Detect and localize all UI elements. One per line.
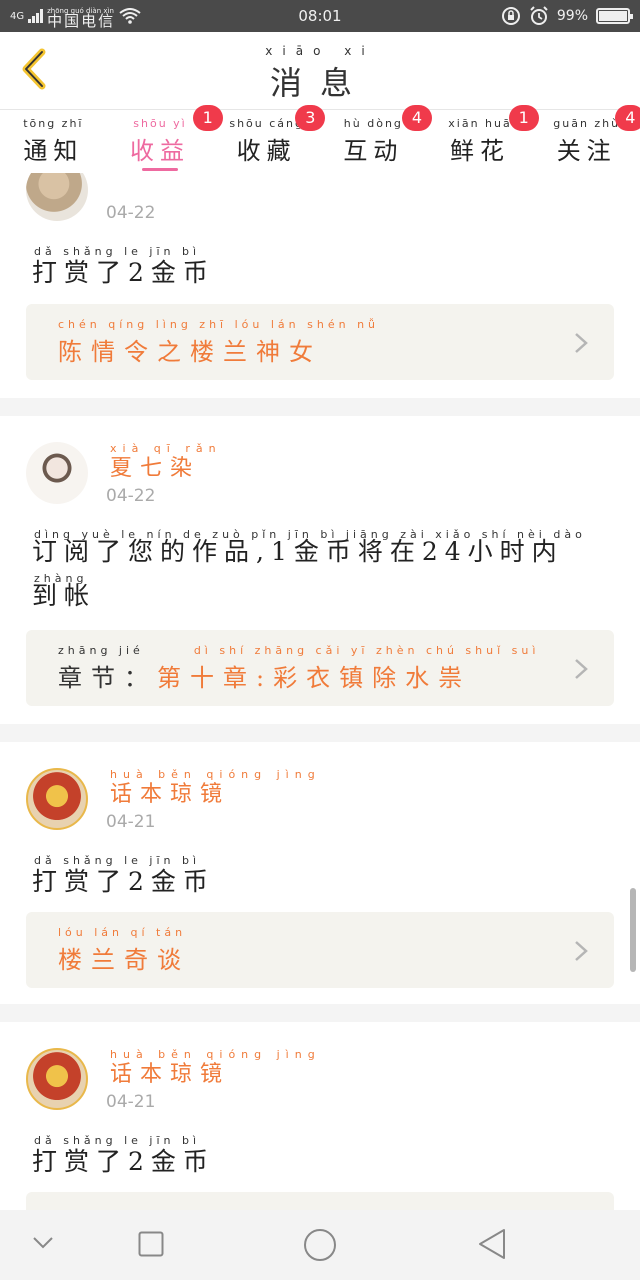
tab-label: 收益 bbox=[130, 137, 190, 165]
username[interactable]: 话本琼镜 bbox=[110, 776, 230, 808]
reference-pinyin: chén qíng lìng zhī lóu lán shén nǚ bbox=[58, 318, 380, 331]
square-icon[interactable] bbox=[138, 1231, 164, 1257]
username[interactable]: 话本琼镜 bbox=[110, 1056, 230, 1088]
chevron-right-icon bbox=[575, 941, 588, 961]
tab-label: 鲜花 bbox=[450, 137, 511, 165]
reference-text: 章节：第十章:彩衣镇除水祟 bbox=[58, 658, 471, 693]
chevron-right-icon bbox=[575, 333, 588, 353]
battery-percent: 99% bbox=[556, 8, 588, 24]
tab-interactions[interactable]: hù dòng 互动 4 bbox=[320, 105, 433, 173]
user-avatar[interactable] bbox=[26, 173, 88, 221]
reference-title: 陈情令之楼兰神女 bbox=[58, 338, 322, 366]
reference-link[interactable] bbox=[26, 1192, 614, 1210]
reference-label: 章节： bbox=[58, 664, 157, 692]
reference-link[interactable]: lóu lán qí tán 楼兰奇谈 bbox=[26, 912, 614, 988]
tab-favorites[interactable]: shōu cáng 收藏 3 bbox=[213, 105, 326, 173]
reference-pinyin: zhāng jié dì shí zhāng cǎi yī zhèn chú sh… bbox=[58, 644, 539, 657]
tab-flowers[interactable]: xiān huā 鲜花 1 bbox=[427, 105, 539, 173]
message-date: 04-21 bbox=[106, 1092, 156, 1112]
tab-earnings[interactable]: shōu yì 收益 1 bbox=[107, 105, 223, 173]
tab-notice[interactable]: tōng zhī 通知 bbox=[0, 111, 107, 173]
circle-icon[interactable] bbox=[303, 1228, 337, 1262]
page-title: 消息 bbox=[269, 64, 370, 102]
user-avatar[interactable] bbox=[26, 1048, 88, 1110]
reference-label-pinyin: zhāng jié bbox=[58, 644, 144, 657]
tab-label: 互动 bbox=[343, 137, 404, 165]
alarm-icon bbox=[530, 6, 548, 25]
user-avatar[interactable] bbox=[26, 442, 88, 504]
reference-pinyin: lóu lán qí tán bbox=[58, 926, 187, 939]
tab-badge: 4 bbox=[615, 105, 640, 131]
reference-link[interactable]: chén qíng lìng zhī lóu lán shén nǚ 陈情令之楼… bbox=[26, 304, 614, 380]
user-avatar[interactable] bbox=[26, 768, 88, 830]
page-title-wrap: xiāo xi 消息 bbox=[0, 44, 640, 104]
message-date: 04-21 bbox=[106, 812, 156, 832]
chevron-down-icon[interactable] bbox=[32, 1236, 54, 1250]
reference-link[interactable]: zhāng jié dì shí zhāng cǎi yī zhèn chú sh… bbox=[26, 630, 614, 706]
active-tab-indicator bbox=[142, 168, 178, 171]
chevron-right-icon bbox=[575, 659, 588, 679]
message-text: 打赏了2金币 bbox=[32, 1147, 215, 1176]
tab-label: 通知 bbox=[23, 137, 84, 165]
tab-label: 关注 bbox=[556, 137, 617, 165]
reference-title-pinyin: dì shí zhāng cǎi yī zhèn chú shuǐ suì bbox=[193, 644, 540, 657]
status-bar: 4G zhōng guó diàn xìn 中国电信 08:01 99% bbox=[0, 0, 640, 32]
system-nav-bar bbox=[0, 1210, 640, 1280]
message-date: 04-22 bbox=[106, 486, 156, 506]
tab-label: 收藏 bbox=[236, 137, 297, 165]
message-date: 04-22 bbox=[106, 203, 156, 223]
message-card: 04-22 dǎ shǎng le jīn bì 打赏了2金币 chén qín… bbox=[0, 173, 640, 398]
tab-bar: tōng zhī 通知 shōu yì 收益 1 shōu cáng 收藏 3 … bbox=[0, 105, 640, 173]
username[interactable]: 夏七染 bbox=[110, 450, 200, 482]
reference-title: 第十章:彩衣镇除水祟 bbox=[157, 664, 472, 692]
scrollbar-thumb[interactable] bbox=[630, 888, 636, 972]
tab-pinyin: tōng zhī bbox=[23, 117, 84, 130]
message-text: 打赏了2金币 bbox=[32, 258, 215, 287]
message-text: 打赏了2金币 bbox=[32, 867, 215, 896]
reference-title: 楼兰奇谈 bbox=[58, 946, 190, 974]
message-feed[interactable]: 04-22 dǎ shǎng le jīn bì 打赏了2金币 chén qín… bbox=[0, 173, 640, 1210]
page-title-pinyin: xiāo xi bbox=[265, 44, 375, 58]
app-header: xiāo xi 消息 bbox=[0, 32, 640, 110]
status-right: 99% bbox=[501, 6, 633, 26]
message-text: 订阅了您的作品,1金币将在24小时内到帐 bbox=[32, 537, 564, 610]
message-card: huà běn qióng jìng 话本琼镜 04-21 dǎ shǎng l… bbox=[0, 742, 640, 1004]
battery-icon bbox=[596, 8, 633, 24]
rotation-lock-icon bbox=[501, 7, 520, 25]
triangle-back-icon[interactable] bbox=[478, 1228, 506, 1260]
message-card: xià qī rǎn 夏七染 04-22 dìng yuè le nín de … bbox=[0, 416, 640, 724]
tab-following[interactable]: guān zhù 关注 4 bbox=[533, 105, 640, 173]
message-card: huà běn qióng jìng 话本琼镜 04-21 dǎ shǎng l… bbox=[0, 1022, 640, 1210]
